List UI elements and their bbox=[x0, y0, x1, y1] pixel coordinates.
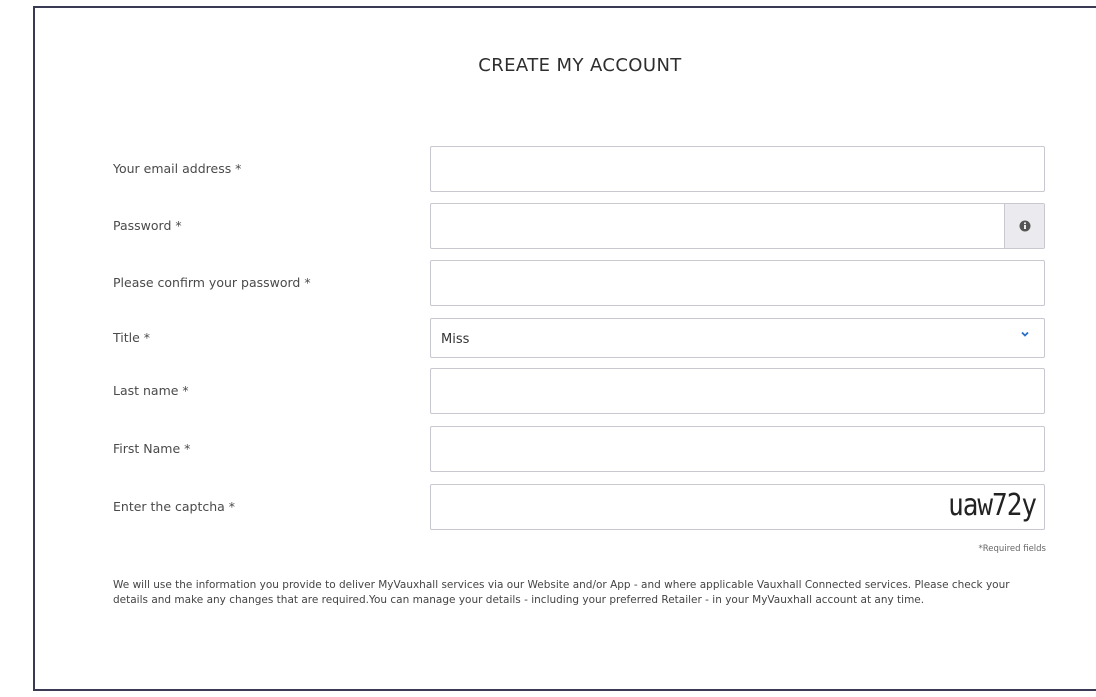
email-field-wrapper bbox=[430, 146, 1045, 192]
confirm-password-field[interactable] bbox=[431, 261, 1044, 305]
captcha-field-wrapper: uaw72y bbox=[430, 484, 1045, 530]
captcha-image: uaw72y bbox=[948, 488, 1037, 524]
email-label: Your email address * bbox=[113, 161, 242, 176]
title-select-value: Miss bbox=[441, 332, 470, 347]
password-field-wrapper bbox=[430, 203, 1045, 249]
last-name-field-wrapper bbox=[430, 368, 1045, 414]
confirm-password-row: Please confirm your password * bbox=[0, 260, 1096, 306]
last-name-row: Last name * bbox=[0, 368, 1096, 414]
confirm-password-field-wrapper bbox=[430, 260, 1045, 306]
title-row: Title * Miss bbox=[0, 318, 1096, 364]
privacy-info-text: We will use the information you provide … bbox=[113, 579, 1010, 606]
password-row: Password * bbox=[0, 203, 1096, 249]
chevron-down-icon bbox=[1021, 331, 1029, 337]
email-field[interactable] bbox=[431, 147, 1044, 191]
title-label: Title * bbox=[113, 330, 151, 345]
last-name-label: Last name * bbox=[113, 383, 189, 398]
confirm-password-label: Please confirm your password * bbox=[113, 275, 311, 290]
last-name-field[interactable] bbox=[431, 369, 1044, 413]
captcha-row: Enter the captcha * uaw72y bbox=[0, 484, 1096, 530]
captcha-label: Enter the captcha * bbox=[113, 499, 236, 514]
first-name-label: First Name * bbox=[113, 441, 191, 456]
password-field[interactable] bbox=[431, 204, 1001, 248]
info-circle-icon bbox=[1019, 220, 1030, 232]
captcha-field[interactable] bbox=[431, 485, 911, 529]
password-info-button[interactable] bbox=[1004, 204, 1044, 248]
first-name-field[interactable] bbox=[431, 427, 1044, 471]
page-title: CREATE MY ACCOUNT bbox=[478, 55, 682, 76]
first-name-row: First Name * bbox=[0, 426, 1096, 472]
first-name-field-wrapper bbox=[430, 426, 1045, 472]
email-row: Your email address * bbox=[0, 146, 1096, 192]
required-fields-note: *Required fields bbox=[978, 544, 1046, 554]
password-label: Password * bbox=[113, 218, 182, 233]
title-select[interactable]: Miss bbox=[430, 318, 1045, 358]
